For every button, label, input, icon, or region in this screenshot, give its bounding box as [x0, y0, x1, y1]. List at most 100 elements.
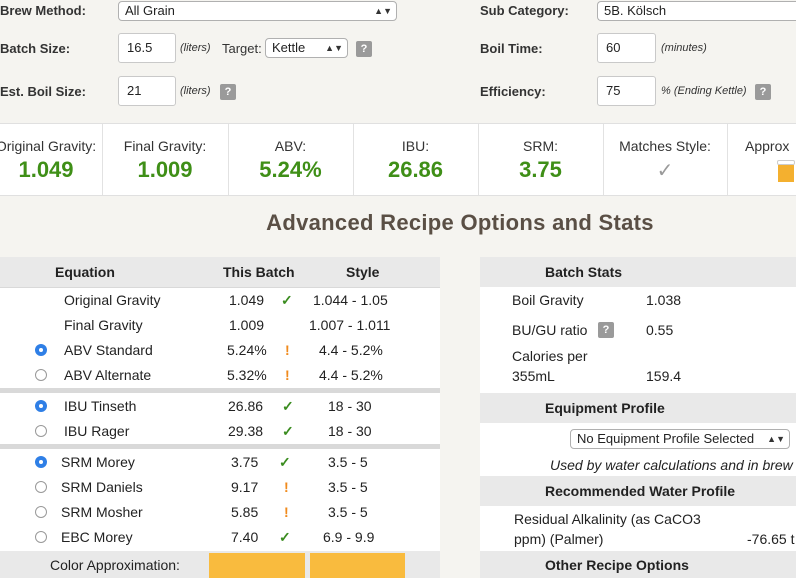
stat-ibu-label: IBU:	[401, 138, 430, 154]
color-swatch-batch	[209, 553, 305, 578]
batch-stats-title: Batch Stats	[545, 264, 623, 280]
table-row: Final Gravity 1.009 1.007 - 1.011	[0, 313, 440, 338]
srm-mosher-radio[interactable]	[35, 506, 47, 518]
beer-glass-icon	[777, 160, 795, 182]
select-arrows-icon: ▲▼	[767, 434, 785, 444]
stat-approx-label: Approx	[745, 138, 790, 154]
equipment-profile-title: Equipment Profile	[545, 400, 665, 416]
batch-size-input[interactable]: 16.5	[118, 33, 176, 63]
stat-srm-value: 3.75	[519, 157, 562, 182]
table-row[interactable]: EBC Morey 7.40 ✓ 6.9 - 9.9	[0, 525, 440, 550]
row-style: 3.5 - 5	[328, 504, 368, 520]
color-approx-row: Color Approximation:	[0, 551, 440, 578]
stat-abv-value: 5.24%	[259, 157, 322, 182]
stat-abv-label: ABV:	[274, 138, 307, 154]
stat-ibu: IBU: 26.86	[353, 124, 479, 195]
stat-og-label: Original Gravity:	[0, 138, 97, 154]
row-name: Original Gravity	[64, 292, 161, 308]
table-row[interactable]: ABV Standard 5.24% ! 4.4 - 5.2%	[0, 338, 440, 363]
stat-fg-value: 1.009	[137, 157, 193, 182]
target-help-icon[interactable]: ?	[356, 41, 372, 57]
row-batch: 5.24%	[227, 342, 267, 358]
equipment-profile-value: No Equipment Profile Selected	[577, 431, 755, 446]
calories-label-line2: 355mL	[512, 368, 555, 384]
sub-category-select[interactable]: 5B. Kölsch	[597, 1, 796, 21]
row-batch: 29.38	[228, 423, 264, 439]
row-name: IBU Rager	[64, 423, 130, 439]
calories-label-line1: Calories per	[512, 348, 588, 364]
row-name: SRM Daniels	[61, 479, 143, 495]
row-style: 18 - 30	[328, 398, 372, 414]
ibu-tinseth-radio[interactable]	[35, 400, 47, 412]
stats-bar: Original Gravity: 1.049 Final Gravity: 1…	[0, 123, 796, 196]
section-title: Advanced Recipe Options and Stats	[266, 210, 654, 235]
row-batch: 1.049	[229, 292, 265, 308]
warning-icon: !	[284, 504, 289, 520]
check-icon: ✓	[279, 529, 291, 545]
table-row[interactable]: SRM Daniels 9.17 ! 3.5 - 5	[0, 475, 440, 500]
boil-time-input[interactable]: 60	[597, 33, 656, 63]
batch-size-unit: (liters)	[180, 42, 211, 54]
stat-srm-label: SRM:	[523, 138, 558, 154]
srm-daniels-radio[interactable]	[35, 481, 47, 493]
table-row[interactable]: SRM Morey 3.75 ✓ 3.5 - 5	[0, 450, 440, 475]
checkmark-icon: ✓	[656, 160, 674, 182]
row-batch: 26.86	[228, 398, 264, 414]
row-batch: 5.85	[231, 504, 259, 520]
target-label: Target:	[222, 41, 262, 56]
ebc-morey-radio[interactable]	[35, 531, 47, 543]
srm-morey-radio[interactable]	[35, 456, 47, 468]
stat-og-value: 1.049	[18, 157, 74, 182]
est-boil-input[interactable]: 21	[118, 76, 176, 106]
efficiency-help-icon[interactable]: ?	[755, 84, 771, 100]
row-style: 4.4 - 5.2%	[319, 342, 383, 358]
stat-og: Original Gravity: 1.049	[0, 124, 103, 195]
stat-approx: Approx	[727, 124, 796, 195]
row-name: IBU Tinseth	[64, 398, 137, 414]
row-batch: 3.75	[231, 454, 259, 470]
target-select[interactable]: Kettle ▲▼	[265, 38, 348, 58]
row-name: ABV Alternate	[64, 367, 152, 383]
warning-icon: !	[285, 342, 290, 358]
brew-method-label: Brew Method:	[0, 3, 86, 18]
boil-time-label: Boil Time:	[480, 41, 543, 56]
row-style: 6.9 - 9.9	[323, 529, 375, 545]
check-icon: ✓	[282, 398, 294, 414]
row-style: 3.5 - 5	[328, 479, 368, 495]
boil-gravity-value: 1.038	[646, 292, 682, 308]
row-name: SRM Mosher	[61, 504, 143, 520]
water-profile-title: Recommended Water Profile	[545, 483, 736, 499]
efficiency-input[interactable]: 75	[597, 76, 656, 106]
equation-panel-header: Equation This Batch Style	[0, 257, 440, 288]
equipment-profile-note: Used by water calculations and in brew p	[550, 457, 796, 473]
efficiency-unit: % (Ending Kettle)	[661, 85, 747, 97]
est-boil-label: Est. Boil Size:	[0, 84, 86, 99]
boil-time-unit: (minutes)	[661, 42, 707, 54]
stat-matches-style: Matches Style: ✓	[603, 124, 728, 195]
residual-label-line1: Residual Alkalinity (as CaCO3	[514, 511, 701, 527]
row-batch: 9.17	[231, 479, 259, 495]
other-options-header[interactable]: Other Recipe Options	[480, 551, 796, 578]
select-arrows-icon: ▲▼	[325, 43, 343, 53]
stat-fg: Final Gravity: 1.009	[102, 124, 229, 195]
table-row[interactable]: SRM Mosher 5.85 ! 3.5 - 5	[0, 500, 440, 525]
other-options-title: Other Recipe Options	[545, 557, 689, 573]
equipment-profile-select[interactable]: No Equipment Profile Selected ▲▼	[570, 429, 790, 449]
table-row[interactable]: IBU Tinseth 26.86 ✓ 18 - 30	[0, 394, 440, 419]
ibu-rager-radio[interactable]	[35, 425, 47, 437]
table-row[interactable]: IBU Rager 29.38 ✓ 18 - 30	[0, 419, 440, 444]
stat-ibu-value: 26.86	[387, 157, 444, 182]
table-row[interactable]: ABV Alternate 5.32% ! 4.4 - 5.2%	[0, 363, 440, 388]
abv-standard-radio[interactable]	[35, 344, 47, 356]
row-style: 18 - 30	[328, 423, 372, 439]
batch-stats-header: Batch Stats	[480, 257, 796, 287]
row-name: ABV Standard	[64, 342, 153, 358]
sub-category-label: Sub Category:	[480, 3, 569, 18]
est-boil-help-icon[interactable]: ?	[220, 84, 236, 100]
row-batch: 7.40	[231, 529, 259, 545]
brew-method-select[interactable]: All Grain ▲▼	[118, 1, 397, 21]
bugu-help-icon[interactable]: ?	[598, 322, 614, 338]
abv-alternate-radio[interactable]	[35, 369, 47, 381]
select-arrows-icon: ▲▼	[374, 6, 392, 16]
efficiency-label: Efficiency:	[480, 84, 546, 99]
